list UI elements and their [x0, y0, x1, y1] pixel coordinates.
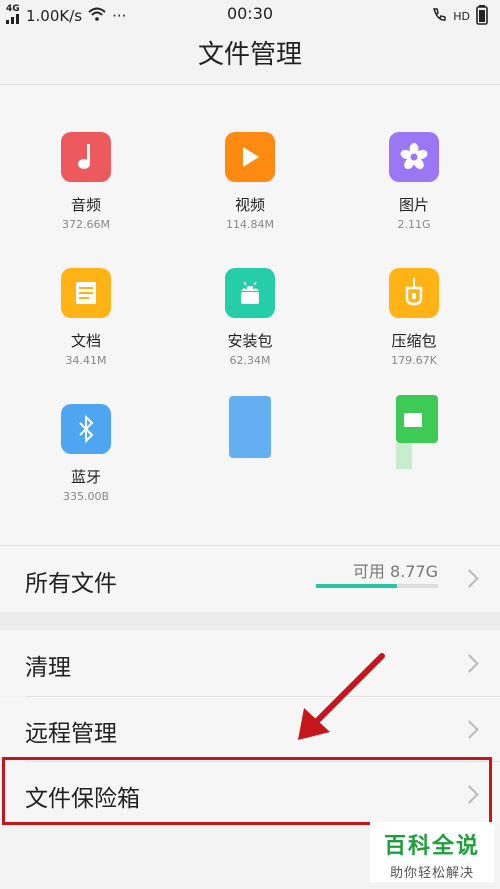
category-label: 图片 — [398, 196, 429, 214]
category-label: 蓝牙 — [70, 468, 101, 486]
section-gap — [0, 612, 500, 630]
category-label: 视频 — [234, 196, 265, 214]
category-size: 114.84M — [226, 218, 274, 231]
category-label: 压缩包 — [391, 332, 437, 350]
category-documents[interactable]: 文档 34.41M — [6, 268, 166, 367]
divider — [0, 545, 500, 546]
battery-icon — [476, 5, 488, 28]
category-size: 2.11G — [397, 218, 431, 231]
annotation-arrow-icon — [298, 653, 385, 740]
category-archives[interactable]: 压缩包 179.67K — [334, 268, 494, 367]
page-title: 文件管理 — [0, 28, 500, 84]
menu-item-label: 清理 — [25, 655, 71, 681]
hd-badge: HD — [453, 10, 470, 23]
category-label: 音频 — [70, 196, 101, 214]
blurred-category-icon — [394, 395, 438, 477]
watermark-subtitle: 助你轻松解决 — [389, 866, 474, 881]
category-label: 文档 — [70, 332, 101, 350]
status-right: HD — [431, 5, 488, 28]
category-bluetooth[interactable]: 蓝牙 335.00B — [6, 404, 166, 503]
category-size: 372.66M — [62, 218, 110, 231]
zip-icon — [389, 268, 439, 318]
all-files-label: 所有文件 — [25, 571, 117, 597]
bluetooth-icon — [61, 404, 111, 454]
menu-item-remote-management[interactable]: 远程管理 — [0, 697, 500, 761]
watermark-title: 百科全说 — [383, 834, 480, 859]
document-icon — [61, 268, 111, 318]
category-video[interactable]: 视频 114.84M — [170, 132, 330, 231]
music-note-icon — [61, 132, 111, 182]
chevron-right-icon — [460, 720, 479, 739]
category-audio[interactable]: 音频 372.66M — [6, 132, 166, 231]
category-apk[interactable]: 安装包 62.34M — [170, 268, 330, 367]
storage-usage-bar — [316, 584, 438, 588]
storage-usage-fill — [316, 584, 397, 588]
clock: 00:30 — [226, 4, 274, 23]
flower-icon — [389, 132, 439, 182]
watermark-logo: 百科全说 助你轻松解决 — [370, 822, 494, 882]
phone-call-icon — [431, 7, 447, 26]
category-size: 179.67K — [391, 354, 437, 367]
chevron-right-icon — [460, 569, 479, 588]
category-size: 62.34M — [229, 354, 271, 367]
category-size: 335.00B — [62, 490, 110, 503]
blurred-category-icon — [229, 396, 271, 458]
play-icon — [225, 132, 275, 182]
chevron-right-icon — [460, 654, 479, 673]
all-files-row[interactable]: 所有文件 可用 8.77G — [0, 546, 500, 612]
category-images[interactable]: 图片 2.11G — [334, 132, 494, 231]
android-icon — [225, 268, 275, 318]
category-grid: 音频 372.66M 视频 114.84M 图片 2.11G 文档 34.41M… — [0, 85, 500, 545]
category-size: 34.41M — [65, 354, 107, 367]
menu-item-clean[interactable]: 清理 — [0, 630, 500, 696]
highlight-box — [2, 757, 492, 825]
storage-available: 可用 8.77G — [352, 562, 438, 581]
category-label: 安装包 — [227, 332, 273, 350]
status-bar: 4G 1.00K/s ··· 00:30 HD — [0, 0, 500, 28]
menu-item-label: 远程管理 — [25, 721, 117, 747]
